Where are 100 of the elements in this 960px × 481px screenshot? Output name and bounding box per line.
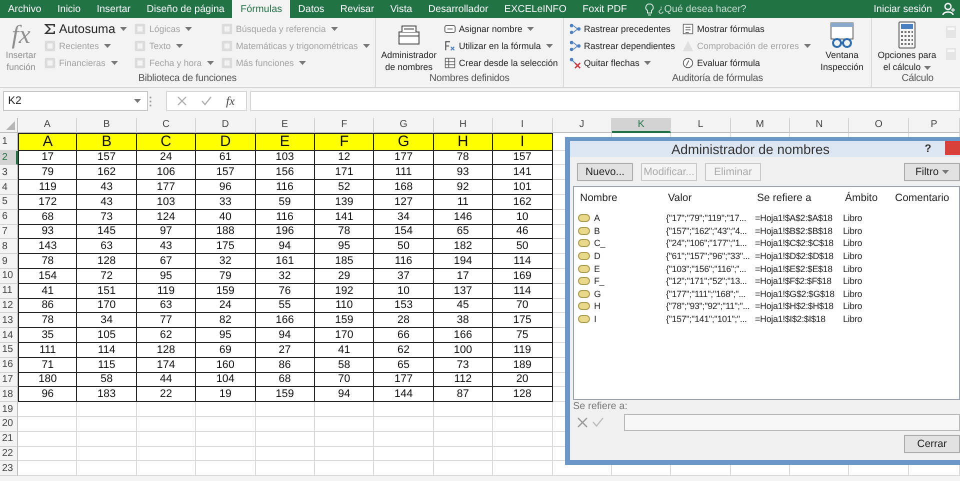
column-header[interactable]: Nombre: [578, 192, 666, 204]
row-header[interactable]: 23: [0, 461, 18, 476]
ribbon-button[interactable]: Rastrear dependientes: [568, 37, 676, 54]
row-header[interactable]: 4: [0, 180, 18, 195]
row-header[interactable]: 13: [0, 313, 18, 328]
list-cell[interactable]: F_: [594, 276, 604, 286]
ribbon-button[interactable]: Asignar nombre: [442, 20, 559, 37]
list-cell[interactable]: G: [594, 288, 601, 299]
cancel-icon[interactable]: [577, 416, 588, 428]
column-header[interactable]: F: [314, 118, 374, 133]
row-header[interactable]: 22: [0, 446, 18, 462]
ribbon-button[interactable]: Utilizar en la fórmula: [442, 37, 559, 54]
row-header[interactable]: 17: [0, 372, 18, 388]
cancel-icon[interactable]: [177, 96, 187, 106]
list-cell-text: {"177";"111";"168";"...: [666, 288, 746, 299]
row-header[interactable]: 14: [0, 328, 18, 343]
cell: 19: [196, 387, 256, 402]
row-header[interactable]: 20: [0, 416, 18, 432]
row-header[interactable]: 7: [0, 224, 18, 240]
filter-button[interactable]: Filtro: [904, 163, 960, 181]
tell-me-field[interactable]: ¿Qué desea hacer?: [658, 4, 768, 14]
person-icon[interactable]: [942, 2, 956, 16]
ribbon-tab[interactable]: Datos: [290, 0, 332, 18]
list-cell[interactable]: I: [594, 314, 596, 324]
refers-to-field[interactable]: [624, 414, 960, 430]
column-header[interactable]: E: [256, 118, 315, 133]
column-header[interactable]: L: [671, 118, 731, 133]
ribbon-tab[interactable]: Inicio: [49, 0, 89, 18]
row-header[interactable]: 15: [0, 342, 18, 358]
ribbon-tab[interactable]: EXCELeINFO: [496, 0, 575, 18]
ribbon-button[interactable]: Autosuma: [43, 20, 128, 37]
column-header[interactable]: Comentario: [893, 192, 959, 204]
list-cell[interactable]: E: [594, 264, 600, 274]
ribbon-tab[interactable]: Revisar: [332, 0, 382, 18]
list-cell[interactable]: C_: [594, 238, 606, 248]
help-button[interactable]: ?: [921, 143, 935, 155]
ribbon-tab[interactable]: Fórmulas: [232, 0, 290, 18]
ribbon-button[interactable]: Mostrar fórmulas: [680, 20, 812, 37]
ribbon-button[interactable]: Quitar flechas: [568, 54, 676, 71]
circle-icon: [682, 56, 694, 68]
row-header[interactable]: 16: [0, 358, 18, 373]
row-header[interactable]: 2: [0, 150, 18, 166]
ribbon-button[interactable]: Crear desde la selección: [442, 54, 559, 71]
ribbon-tab[interactable]: Diseño de página: [138, 0, 232, 18]
ribbon-tab[interactable]: Desarrollador: [420, 0, 496, 18]
list-cell[interactable]: D: [594, 251, 600, 262]
check-icon[interactable]: [201, 96, 212, 106]
row-header[interactable]: 19: [0, 402, 18, 417]
check-icon[interactable]: [592, 417, 604, 427]
row-header[interactable]: 10: [0, 268, 18, 284]
column-header[interactable]: J: [552, 118, 612, 133]
column-header[interactable]: P: [908, 118, 960, 133]
ribbon-button[interactable]: Administrador de nombres: [380, 19, 438, 73]
column-header[interactable]: K: [612, 118, 672, 133]
row-header[interactable]: 21: [0, 432, 18, 447]
column-header[interactable]: O: [849, 118, 909, 133]
column-header[interactable]: Ámbito: [843, 192, 893, 204]
ribbon-tab[interactable]: Insertar: [88, 0, 139, 18]
list-cell[interactable]: H: [594, 301, 600, 312]
row-header[interactable]: 6: [0, 210, 18, 225]
column-header[interactable]: Valor: [666, 192, 755, 204]
row-header[interactable]: 12: [0, 298, 18, 314]
row-header[interactable]: 9: [0, 254, 18, 269]
close-button[interactable]: [945, 141, 960, 155]
column-header[interactable]: H: [434, 118, 494, 133]
ribbon-tab[interactable]: Archivo: [0, 0, 50, 18]
list-cell[interactable]: B: [594, 226, 600, 236]
column-header[interactable]: Se refiere a: [755, 192, 843, 204]
column-header[interactable]: N: [790, 118, 850, 133]
column-header[interactable]: B: [77, 118, 137, 133]
cell: 37: [374, 268, 434, 284]
ribbon-button[interactable]: Rastrear precedentes: [568, 20, 676, 37]
cell: 105: [77, 328, 137, 343]
ribbon-button[interactable]: Opciones para el cálculo: [876, 19, 938, 73]
row-header[interactable]: 1: [0, 132, 18, 151]
column-header[interactable]: G: [374, 118, 434, 133]
tile-icon: [220, 22, 233, 34]
sign-in-link[interactable]: Iniciar sesión: [864, 0, 942, 18]
column-header[interactable]: D: [196, 118, 256, 133]
column-header[interactable]: M: [730, 118, 790, 133]
ribbon-tab[interactable]: Foxit PDF: [574, 0, 635, 18]
formula-input-field[interactable]: [250, 91, 960, 111]
row-header[interactable]: 8: [0, 239, 18, 254]
cell: 46: [493, 224, 553, 240]
ribbon-button[interactable]: Ventana Inspección: [817, 19, 868, 73]
ribbon-tab[interactable]: Vista: [382, 0, 420, 18]
column-header[interactable]: C: [136, 118, 196, 133]
close-dialog-button[interactable]: Cerrar: [904, 435, 960, 453]
column-header[interactable]: A: [18, 118, 78, 133]
select-all-button[interactable]: [0, 118, 18, 133]
row-header[interactable]: 5: [0, 194, 18, 210]
dialog-button[interactable]: Nuevo...: [577, 163, 633, 181]
name-box[interactable]: K2: [3, 91, 148, 111]
list-cell[interactable]: A: [594, 213, 600, 224]
column-header[interactable]: I: [493, 118, 553, 133]
insert-function-button[interactable]: fx: [226, 94, 235, 108]
ribbon-button[interactable]: Evaluar fórmula: [680, 54, 812, 71]
row-header[interactable]: 18: [0, 387, 18, 402]
row-header[interactable]: 3: [0, 165, 18, 180]
row-header[interactable]: 11: [0, 284, 18, 299]
